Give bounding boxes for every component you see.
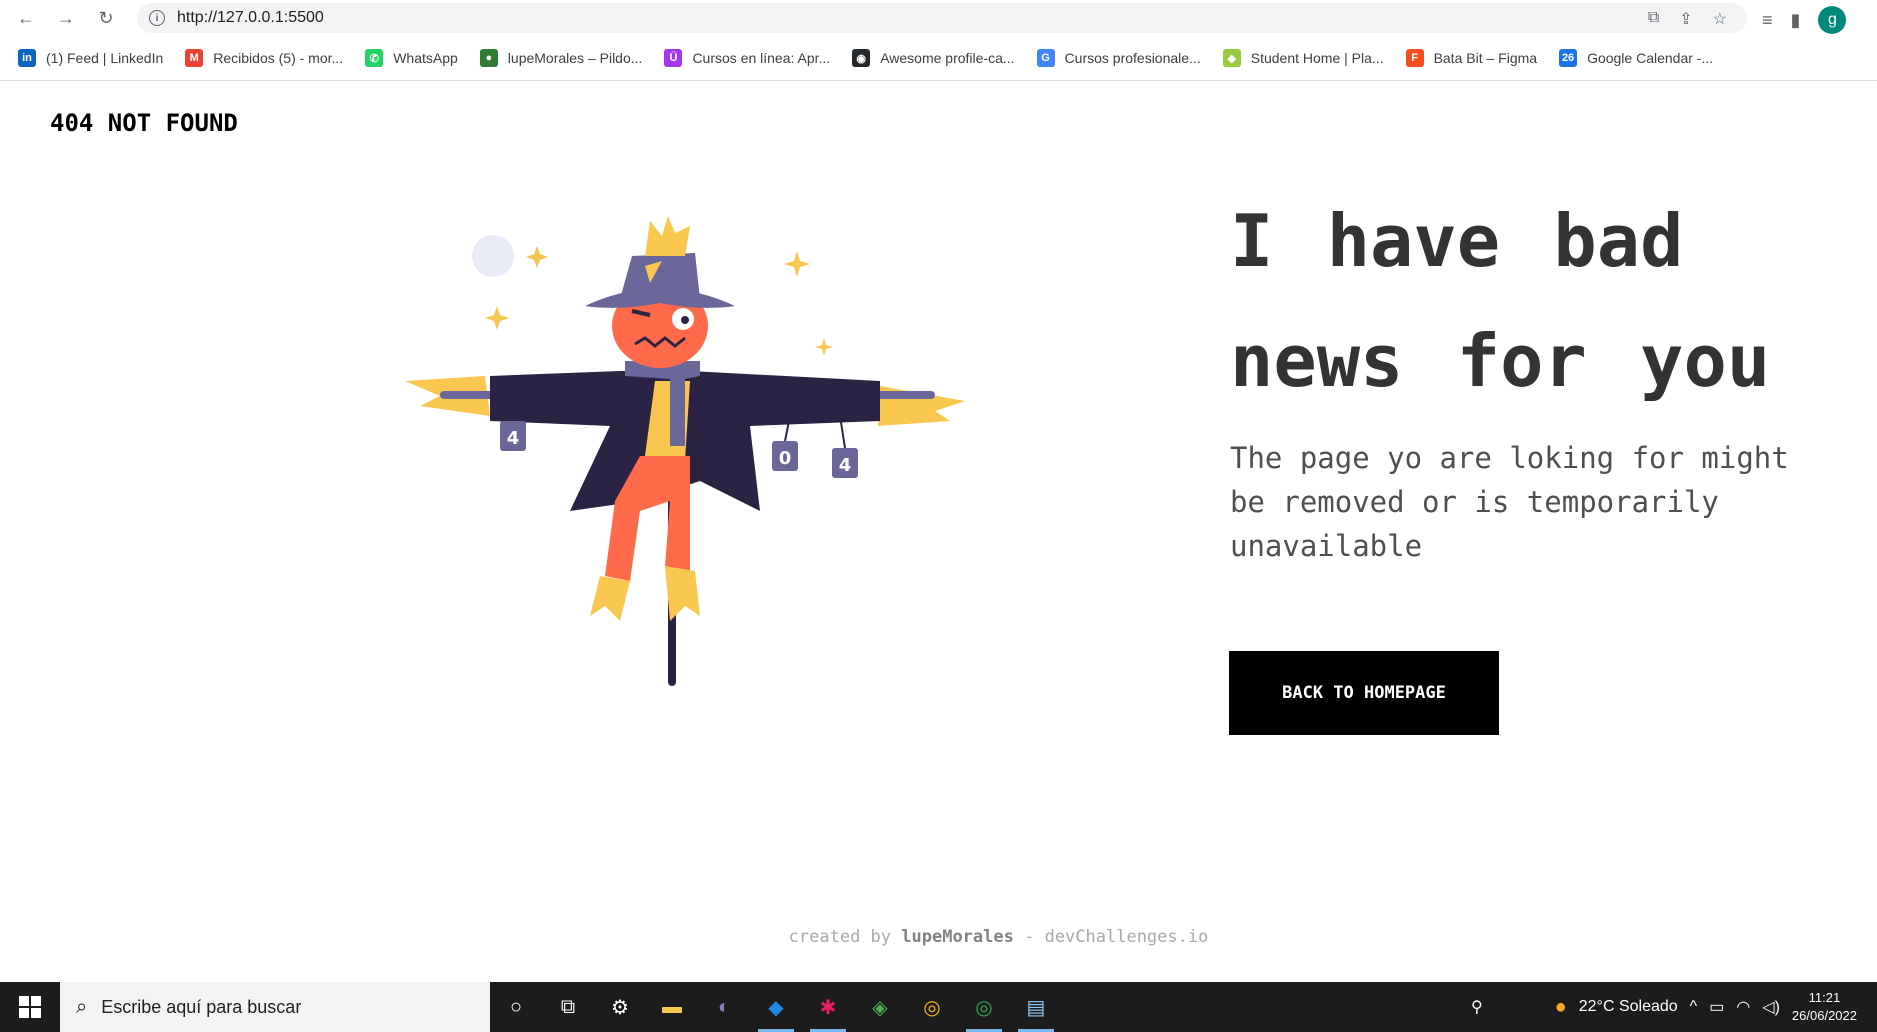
bookmark-star-icon[interactable]: ☆ [1713,9,1727,29]
browser-toolbar: ← → ↻ i http://127.0.0.1:5500 ⧉ ⇪ ☆ ≡ ▮ … [0,0,1877,36]
wifi-icon[interactable]: ◠ [1736,997,1750,1017]
bookmark-label: lupeMorales – Pildo... [507,50,643,66]
bookmark-item[interactable]: ◆ Student Home | Pla... [1222,49,1384,67]
bookmarks-bar: in (1) Feed | LinkedIn M Recibidos (5) - mo… [0,44,1877,72]
bookmark-label: Cursos profesionale... [1064,50,1201,66]
bookmark-item[interactable]: ✆ WhatsApp [365,49,458,67]
bookmark-label: Google Calendar -... [1587,50,1714,66]
calendar-icon: 26 [1559,49,1578,67]
footer-author-link[interactable]: lupeMorales [901,927,1014,947]
translate-icon[interactable]: ⧉ [1648,9,1659,29]
search-icon: ⌕ [76,995,88,1018]
bookmark-label: (1) Feed | LinkedIn [46,50,164,66]
taskbar-search-placeholder[interactable]: Escribe aquí para buscar [101,997,301,1018]
platzi-icon: ◆ [1222,49,1241,67]
clock-date: 26/06/2022 [1791,1008,1857,1023]
clock[interactable]: 11:21 26/06/2022 [1792,989,1857,1025]
settings-icon[interactable]: ⚙ [594,982,646,1032]
taskbar: ⌕ Escribe aquí para buscar ○ ⧉ ⚙ ▬ ◐ ◆ ✱… [0,982,1877,1032]
google-icon: G [1036,49,1055,67]
bookmark-label: WhatsApp [393,50,458,66]
bookmark-label: Cursos en línea: Apr... [692,50,831,66]
page-subtitle: The page yo are loking for might be remo… [1230,441,1789,563]
pildo-icon: ● [479,49,498,67]
reload-icon[interactable]: ↻ [92,4,120,32]
bookmark-item[interactable]: ● lupeMorales – Pildo... [479,49,643,67]
bookmark-item[interactable]: F Bata Bit – Figma [1405,49,1538,67]
bookmark-label: Student Home | Pla... [1250,50,1384,66]
volume-icon[interactable]: ◁) [1762,997,1780,1017]
taskbar-search[interactable]: ⌕ Escribe aquí para buscar [60,982,490,1032]
whatsapp-icon: ✆ [365,49,384,67]
moon-shape [472,235,514,277]
git-icon[interactable]: ◈ [854,982,906,1032]
clock-time: 11:21 [1808,990,1841,1005]
udemy-icon: Ü [664,49,683,67]
bookmark-item[interactable]: Ü Cursos en línea: Apr... [664,49,830,67]
people-icon[interactable]: ⚲ [1471,997,1483,1017]
system-tray: ⚲ ● 22°C Soleado ^ ▭ ◠ ◁) 11:21 26/06/20… [1471,982,1877,1032]
logo: 404 NOT FOUND [50,109,238,137]
footer-prefix: created by [788,927,892,947]
forward-icon[interactable]: → [52,4,80,32]
site-info-icon[interactable]: i [149,10,165,26]
figma-icon: F [1405,49,1424,67]
chrome-icon[interactable]: ◎ [906,982,958,1032]
battery-icon[interactable]: ▭ [1709,997,1724,1017]
page-headline: I have bad news for you [1230,199,1771,403]
bookmark-item[interactable]: M Recibidos (5) - mor... [185,49,343,67]
vscode-icon[interactable]: ◆ [750,982,802,1032]
linkedin-icon: in [18,49,36,67]
windows-start-icon[interactable] [0,982,60,1032]
reading-list-icon[interactable]: ≡ [1762,10,1773,31]
address-bar[interactable]: i http://127.0.0.1:5500 ⧉ ⇪ ☆ [137,3,1747,33]
cortana-icon[interactable]: ○ [490,982,542,1032]
gmail-icon: M [185,49,204,67]
bookmark-item[interactable]: G Cursos profesionale... [1036,49,1201,67]
bookmark-item[interactable]: 26 Google Calendar -... [1559,49,1713,67]
side-panel-icon[interactable]: ▮ [1791,10,1801,31]
scarecrow-illustration: 4 0 4 [405,216,965,686]
tray-chevron-icon[interactable]: ^ [1690,998,1698,1016]
file-explorer-icon[interactable]: ▬ [646,982,698,1032]
url-text[interactable]: http://127.0.0.1:5500 [177,9,324,27]
bookmark-item[interactable]: in (1) Feed | LinkedIn [18,49,163,67]
weather-text[interactable]: 22°C Soleado [1579,998,1678,1016]
back-to-homepage-button[interactable]: BACK TO HOMEPAGE [1229,651,1499,735]
page-content: 404 NOT FOUND 4 0 4 I have bad news for … [0,81,1877,982]
chrome-profile-icon[interactable]: ◎ [958,982,1010,1032]
can-letter-2: 0 [779,448,792,469]
weather-sun-icon: ● [1554,995,1567,1018]
profile-avatar[interactable]: g [1818,6,1847,34]
bookmark-label: Awesome profile-ca... [880,50,1015,66]
footer: created by lupeMorales - devChallenges.i… [0,927,1877,947]
github-icon: ◉ [852,49,871,67]
bookmark-label: Bata Bit – Figma [1433,50,1538,66]
can-letter-1: 4 [507,428,520,449]
task-view-icon[interactable]: ⧉ [542,982,594,1032]
can-letter-3: 4 [839,455,852,476]
slack-icon[interactable]: ✱ [802,982,854,1032]
eclipse-icon[interactable]: ◐ [698,982,750,1032]
bookmark-label: Recibidos (5) - mor... [213,50,344,66]
bookmark-item[interactable]: ◉ Awesome profile-ca... [852,49,1015,67]
share-icon[interactable]: ⇪ [1679,9,1692,29]
footer-suffix: - devChallenges.io [1024,927,1209,947]
back-icon[interactable]: ← [12,4,40,32]
notepad-icon[interactable]: ▤ [1010,982,1062,1032]
